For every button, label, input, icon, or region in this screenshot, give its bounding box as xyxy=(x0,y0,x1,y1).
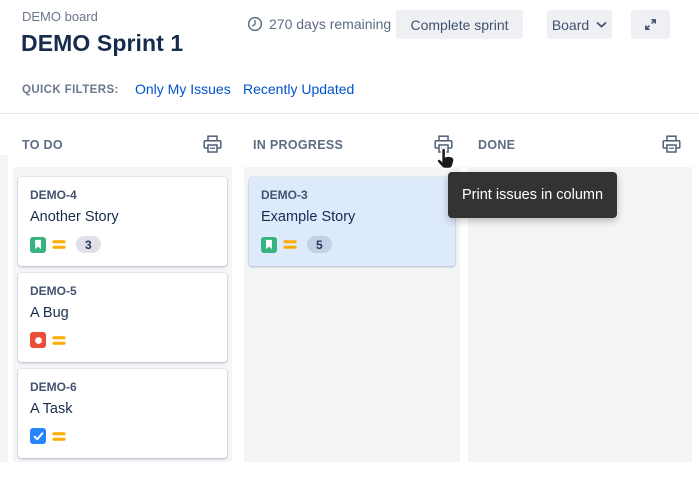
column-title-in-progress: IN PROGRESS xyxy=(253,138,343,152)
issue-card-demo-4[interactable]: DEMO-4 Another Story 3 xyxy=(18,177,227,266)
expand-icon xyxy=(643,17,658,32)
priority-medium-icon xyxy=(52,430,67,443)
priority-medium-icon xyxy=(283,238,298,251)
story-icon xyxy=(261,237,277,253)
complete-sprint-label: Complete sprint xyxy=(410,17,508,33)
priority-medium-icon xyxy=(52,238,67,251)
issue-key: DEMO-5 xyxy=(30,284,215,298)
clock-icon xyxy=(247,16,263,32)
board-menu-label: Board xyxy=(552,17,589,33)
issue-key: DEMO-6 xyxy=(30,380,215,394)
fullscreen-button[interactable] xyxy=(631,10,670,39)
board-left-gutter xyxy=(0,155,8,462)
tooltip: Print issues in column xyxy=(448,172,617,218)
estimate-badge: 5 xyxy=(307,236,332,253)
complete-sprint-button[interactable]: Complete sprint xyxy=(396,10,523,39)
breadcrumb[interactable]: DEMO board xyxy=(22,9,98,24)
issue-summary: A Bug xyxy=(30,305,215,321)
quick-filters-label: QUICK FILTERS: xyxy=(22,84,119,96)
issue-summary: A Task xyxy=(30,401,215,417)
days-remaining: 270 days remaining xyxy=(247,16,391,32)
days-remaining-text: 270 days remaining xyxy=(269,16,391,32)
estimate-badge: 3 xyxy=(76,236,101,253)
issue-card-demo-6[interactable]: DEMO-6 A Task xyxy=(18,369,227,458)
story-icon xyxy=(30,237,46,253)
issue-summary: Example Story xyxy=(261,209,443,225)
column-title-todo: TO DO xyxy=(22,138,63,152)
issue-card-demo-5[interactable]: DEMO-5 A Bug xyxy=(18,273,227,362)
issue-key: DEMO-4 xyxy=(30,188,215,202)
print-column-todo-button[interactable] xyxy=(202,134,224,154)
issue-summary: Another Story xyxy=(30,209,215,225)
task-icon xyxy=(30,428,46,444)
issue-card-demo-3[interactable]: DEMO-3 Example Story 5 xyxy=(249,177,455,266)
bug-icon xyxy=(30,332,46,348)
issue-key: DEMO-3 xyxy=(261,188,443,202)
column-title-done: DONE xyxy=(478,138,515,152)
page-title: DEMO Sprint 1 xyxy=(21,30,183,57)
quick-filter-recently-updated[interactable]: Recently Updated xyxy=(243,81,354,97)
quick-filter-only-my-issues[interactable]: Only My Issues xyxy=(135,81,231,97)
tooltip-text: Print issues in column xyxy=(462,187,603,203)
print-column-done-button[interactable] xyxy=(661,134,683,154)
chevron-down-icon xyxy=(596,21,607,29)
board-menu-button[interactable]: Board xyxy=(547,10,612,39)
priority-medium-icon xyxy=(52,334,67,347)
printer-icon xyxy=(661,135,683,154)
printer-icon xyxy=(202,135,224,154)
hand-pointer-cursor xyxy=(434,146,459,173)
